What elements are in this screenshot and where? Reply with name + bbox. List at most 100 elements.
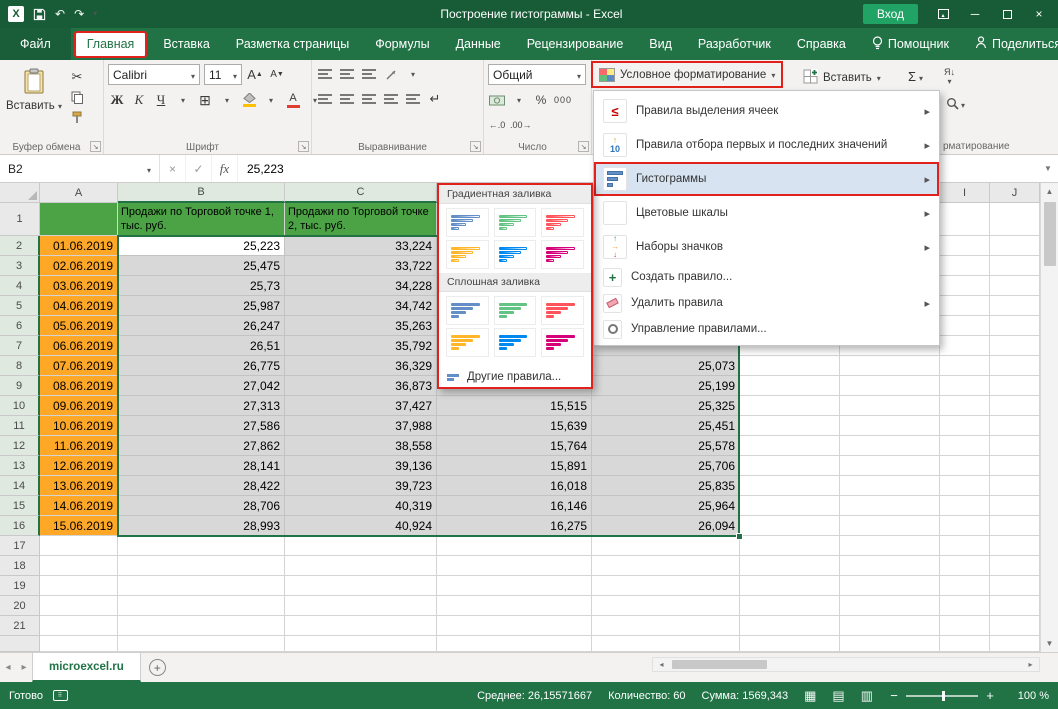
grid-cell[interactable]: 25,706 [592,456,740,476]
orientation-dropdown-icon[interactable] [404,64,422,84]
menu-item-color-scales[interactable]: Цветовые шкалы [594,196,939,230]
grid-cell[interactable]: 25,835 [592,476,740,496]
grid-cell[interactable] [990,556,1040,576]
grid-cell[interactable] [118,616,285,636]
menu-item-new-rule[interactable]: + Создать правило... [594,264,939,290]
grid-cell[interactable]: 16,146 [437,496,592,516]
ribbon-display-options-icon[interactable]: ▴ [928,1,958,27]
align-middle-icon[interactable] [338,64,356,84]
paste-dropdown-icon[interactable] [58,100,62,112]
grid-cell[interactable]: 27,042 [118,376,285,396]
align-center-icon[interactable] [338,89,356,109]
grid-cell[interactable] [840,476,940,496]
grid-cell[interactable]: 09.06.2019 [40,396,118,416]
grid-cell[interactable]: 26,51 [118,336,285,356]
fill-handle[interactable] [736,533,743,540]
data-bar-style-solid[interactable] [494,296,537,325]
grid-cell[interactable] [940,516,990,536]
grid-cell[interactable]: 39,723 [285,476,437,496]
align-bottom-icon[interactable] [360,64,378,84]
row-header[interactable]: 5 [0,296,40,316]
data-bar-style-solid[interactable] [541,328,584,357]
menu-item-highlight-cells-rules[interactable]: ≤ Правила выделения ячеек [594,94,939,128]
grid-cell[interactable] [940,436,990,456]
font-dialog-launcher-icon[interactable]: ↘ [298,141,309,152]
grid-cell[interactable]: 35,792 [285,336,437,356]
accounting-format-icon[interactable] [488,90,506,110]
grid-cell[interactable]: 15,764 [437,436,592,456]
grid-cell[interactable] [990,476,1040,496]
grid-cell[interactable]: 25,964 [592,496,740,516]
save-icon[interactable] [33,8,46,21]
table-header-cell[interactable]: Продажи по Торговой точке 2, тыс. руб. [285,203,437,236]
select-all-button[interactable] [0,183,40,203]
grid-cell[interactable] [990,396,1040,416]
data-bar-style-solid[interactable] [446,296,489,325]
grid-cell[interactable] [840,556,940,576]
row-header[interactable]: 11 [0,416,40,436]
insert-function-icon[interactable]: fx [212,155,238,182]
horizontal-scroll-thumb[interactable] [672,660,767,669]
grid-cell[interactable] [990,436,1040,456]
grid-cell[interactable] [40,636,118,652]
grid-cell[interactable] [990,276,1040,296]
grid-cell[interactable]: 15.06.2019 [40,516,118,536]
more-rules-item[interactable]: Другие правила... [439,367,591,387]
grid-cell[interactable]: 37,988 [285,416,437,436]
tab-glavnaya[interactable]: Главная [74,31,148,58]
grid-cell[interactable] [990,496,1040,516]
align-top-icon[interactable] [316,64,334,84]
grid-cell[interactable] [840,356,940,376]
grid-cell[interactable]: 33,722 [285,256,437,276]
accessibility-checker-icon[interactable]: ⠿ [53,690,68,701]
cancel-icon[interactable]: × [160,155,186,182]
align-left-icon[interactable] [316,89,334,109]
grid-cell[interactable] [40,616,118,636]
menu-item-top-bottom-rules[interactable]: ↑10 Правила отбора первых и последних зн… [594,128,939,162]
grid-cell[interactable] [940,236,990,256]
grid-cell[interactable] [990,316,1040,336]
wrap-text-icon[interactable]: ↵ [426,89,444,109]
grid-cell[interactable]: 40,924 [285,516,437,536]
active-cell[interactable]: 25,223 [118,236,285,256]
horizontal-scrollbar[interactable]: ◂ ▸ [652,657,1040,672]
row-header[interactable]: 13 [0,456,40,476]
grid-cell[interactable] [940,376,990,396]
zoom-level[interactable]: 100 % [1011,690,1049,702]
cut-icon[interactable]: ✂ [68,70,86,84]
grid-cell[interactable] [840,576,940,596]
increase-decimal-icon[interactable]: ←.0 [488,115,506,135]
row-header[interactable]: 20 [0,596,40,616]
grid-cell[interactable]: 08.06.2019 [40,376,118,396]
grid-cell[interactable] [285,636,437,652]
grid-cell[interactable]: 13.06.2019 [40,476,118,496]
redo-icon[interactable]: ↷ [74,8,84,20]
data-bar-style-gradient[interactable] [541,208,584,237]
grid-cell[interactable] [990,516,1040,536]
italic-button[interactable]: К [130,90,148,110]
data-bar-style-gradient[interactable] [446,240,489,269]
grid-cell[interactable]: 15,891 [437,456,592,476]
sheet-tab[interactable]: microexcel.ru [32,653,141,682]
column-header-i[interactable]: I [940,183,990,203]
grid-cell[interactable] [592,616,740,636]
grid-cell[interactable] [990,236,1040,256]
qat-customize-icon[interactable] [93,10,97,18]
grid-cell[interactable] [740,416,840,436]
grid-cell[interactable] [118,576,285,596]
grid-cell[interactable]: 25,987 [118,296,285,316]
row-header[interactable]: 17 [0,536,40,556]
grid-cell[interactable] [940,256,990,276]
grid-cell[interactable] [840,636,940,652]
undo-icon[interactable]: ↶ [55,8,65,20]
enter-icon[interactable]: ✓ [186,155,212,182]
font-size-select[interactable]: 11 [204,64,242,85]
data-bar-style-solid[interactable] [494,328,537,357]
grid-cell[interactable]: 05.06.2019 [40,316,118,336]
grid-cell[interactable] [40,203,118,236]
grid-cell[interactable]: 25,578 [592,436,740,456]
grid-cell[interactable]: 28,422 [118,476,285,496]
underline-dropdown-icon[interactable] [174,90,192,110]
percent-style-icon[interactable]: % [532,90,550,110]
grid-cell[interactable]: 27,586 [118,416,285,436]
